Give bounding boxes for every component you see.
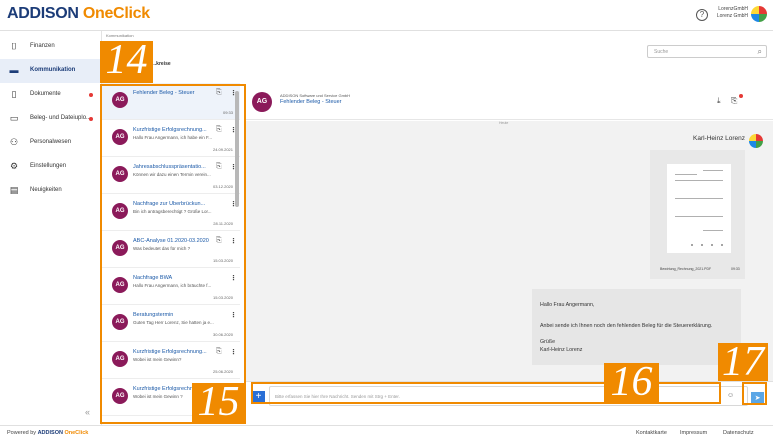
callout-box-send-button [742, 382, 767, 405]
footer-link-kontaktkarte[interactable]: Kontaktkarte [636, 430, 667, 436]
sender-name: Karl-Heinz Lorenz [693, 135, 746, 142]
chat-subject: Fehlender Beleg - Steuer [280, 99, 342, 105]
chart-icon: ⌷ [11, 41, 17, 51]
document-thumbnail [667, 164, 731, 253]
footer-link-datenschutz[interactable]: Datenschutz [723, 430, 754, 436]
sidebar: ⌷ Finanzen ▬ Kommunikation ▯ Dokumente ▭… [0, 31, 102, 425]
callout-number-14: 14 [100, 39, 153, 83]
document-icon: ▯ [11, 89, 17, 99]
document-name: Bewirtung_Rechnung_2021.PDF [660, 267, 712, 271]
download-icon[interactable]: ⤓ [717, 96, 721, 106]
chat-organisation: ADDISON Software und Service GmbH [280, 93, 351, 98]
sidebar-item-beleg-upload[interactable]: ▭ Beleg- und Dateiuplo... [0, 107, 102, 131]
company-selector[interactable]: LorenzGmbH Lorenz GmbH [716, 6, 748, 20]
sidebar-item-kommunikation[interactable]: ▬ Kommunikation [0, 59, 102, 83]
chat-body: Heute Karl-Heinz Lorenz Bewirtung_Rechnu… [245, 121, 773, 381]
top-bar: ADDISON OneClick ? LorenzGmbH Lorenz Gmb… [0, 0, 773, 31]
footer: Powered by ADDISON OneClick Kontaktkarte… [0, 425, 773, 441]
footer-link-impressum[interactable]: Impressum [680, 430, 707, 436]
callout-number-16: 16 [604, 361, 659, 404]
callout-box-conversation-list [100, 84, 246, 424]
sidebar-item-einstellungen[interactable]: ⚙ Einstellungen [0, 155, 102, 179]
chat-icon: ▬ [9, 65, 19, 75]
avatar: AG [252, 92, 272, 112]
collapse-sidebar-icon[interactable]: « [85, 407, 90, 417]
sidebar-item-personalwesen[interactable]: ⚇ Personalwesen [0, 131, 102, 155]
date-separator: Heute [499, 121, 509, 125]
gear-icon: ⚙ [9, 161, 19, 171]
folder-icon: ▭ [9, 113, 19, 123]
company-avatar[interactable] [751, 6, 767, 22]
section-title: ...kreise [152, 61, 171, 67]
document-time: 09:33 [731, 267, 740, 271]
search-icon[interactable]: ⌕ [758, 47, 762, 57]
notification-dot [739, 94, 743, 98]
sender-avatar [749, 134, 763, 148]
emoji-icon[interactable]: ☺ [727, 392, 734, 399]
logo[interactable]: ADDISON OneClick [7, 5, 150, 23]
attachment-icon[interactable]: ⎘ [731, 96, 737, 106]
search-box[interactable]: Suche ⌕ [647, 45, 767, 58]
chat-header: AG ADDISON Software und Service GmbH Feh… [245, 83, 773, 120]
people-icon: ⚇ [9, 137, 19, 147]
notification-dot [89, 117, 93, 121]
callout-number-17: 17 [718, 341, 768, 383]
app-window: ADDISON OneClick ? LorenzGmbH Lorenz Gmb… [0, 0, 773, 441]
notification-dot [89, 93, 93, 97]
search-input[interactable]: Suche [654, 49, 668, 55]
sidebar-item-neuigkeiten[interactable]: ▤ Neuigkeiten [0, 179, 102, 203]
message-bubble: Hallo Frau Angermann, Anbei sende ich Ih… [532, 289, 741, 365]
callout-number-15: 15 [192, 381, 245, 424]
news-icon: ▤ [9, 185, 19, 195]
powered-by: Powered by ADDISON OneClick [7, 430, 89, 436]
sidebar-item-finanzen[interactable]: ⌷ Finanzen [0, 35, 102, 59]
help-icon[interactable]: ? [696, 9, 708, 21]
sidebar-item-dokumente[interactable]: ▯ Dokumente [0, 83, 102, 107]
document-attachment[interactable]: Bewirtung_Rechnung_2021.PDF 09:33 [650, 150, 745, 279]
